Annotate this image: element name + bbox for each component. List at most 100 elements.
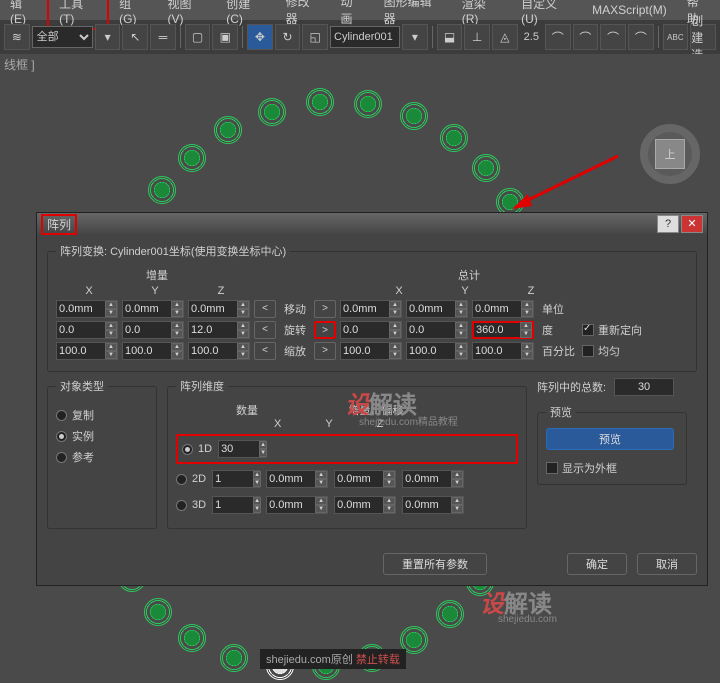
cylinder-object[interactable] (354, 90, 382, 118)
rotate-tx-spinner[interactable]: ▲▼ (340, 321, 402, 339)
rotate-label: 旋转 (280, 322, 310, 338)
cylinder-object[interactable] (258, 98, 286, 126)
abc-icon[interactable]: ABC (663, 24, 689, 50)
rotate-ix-spinner[interactable]: ▲▼ (56, 321, 118, 339)
move-ty-spinner[interactable]: ▲▼ (406, 300, 468, 318)
select-icon[interactable]: ▾ (95, 24, 121, 50)
grid-value: 2.5 (524, 31, 539, 43)
reference-radio[interactable]: 参考 (56, 449, 148, 465)
cylinder-object[interactable] (440, 124, 468, 152)
rotate-icon[interactable]: ↻ (275, 24, 301, 50)
watermark-url: shejiedu.com精品教程 (359, 413, 458, 428)
cylinder-object[interactable] (178, 144, 206, 172)
move-label: 移动 (280, 301, 310, 317)
incremental-label: 增量 (56, 267, 258, 283)
snap-4-icon[interactable]: ⌒ (628, 24, 654, 50)
object-name-input[interactable] (330, 26, 400, 48)
dim-1d-count-spinner[interactable]: ▲▼ (218, 440, 266, 458)
move-iy-spinner[interactable]: ▲▼ (122, 300, 184, 318)
dim-3d-x-spinner[interactable]: ▲▼ (266, 496, 328, 514)
cylinder-object[interactable] (214, 116, 242, 144)
rect-select-icon[interactable]: ▢ (185, 24, 211, 50)
selection-set-dropdown[interactable]: 全部 (32, 26, 93, 48)
cursor-icon[interactable]: ↖ (122, 24, 148, 50)
scale-tx-spinner[interactable]: ▲▼ (340, 342, 402, 360)
scale-icon[interactable]: ◱ (302, 24, 328, 50)
tool-c-icon[interactable]: ◬ (492, 24, 518, 50)
close-button[interactable]: ✕ (681, 215, 703, 233)
cancel-button[interactable]: 取消 (637, 553, 697, 575)
viewport-label[interactable]: 线框 ] (4, 56, 35, 73)
ok-button[interactable]: 确定 (567, 553, 627, 575)
tool-a-icon[interactable]: ⬓ (437, 24, 463, 50)
snap-1-icon[interactable]: ⌒ (545, 24, 571, 50)
help-button[interactable]: ? (657, 215, 679, 233)
dim-2d-x-spinner[interactable]: ▲▼ (266, 470, 328, 488)
uniform-checkbox[interactable]: 均匀 (582, 343, 620, 359)
cylinder-object[interactable] (220, 644, 248, 672)
move-iz-spinner[interactable]: ▲▼ (188, 300, 250, 318)
dim-3d-z-spinner[interactable]: ▲▼ (402, 496, 464, 514)
rotate-iz-spinner[interactable]: ▲▼ (188, 321, 250, 339)
cylinder-object[interactable] (472, 154, 500, 182)
move-ix-spinner[interactable]: ▲▼ (56, 300, 118, 318)
snap-2-icon[interactable]: ⌒ (573, 24, 599, 50)
instance-radio[interactable]: 实例 (56, 428, 148, 444)
dim-1d-radio[interactable]: 1D (182, 443, 212, 455)
filter-icon[interactable]: ═ (150, 24, 176, 50)
copy-radio[interactable]: 复制 (56, 407, 148, 423)
cylinder-object[interactable] (148, 176, 176, 204)
scale-ix-spinner[interactable]: ▲▼ (56, 342, 118, 360)
preview-group: 预览 预览 显示为外框 (537, 404, 687, 485)
snap-3-icon[interactable]: ⌒ (600, 24, 626, 50)
window-select-icon[interactable]: ▣ (212, 24, 238, 50)
array-total-label: 阵列中的总数: (537, 379, 606, 395)
cylinder-object[interactable] (144, 598, 172, 626)
dim-3d-count-spinner[interactable]: ▲▼ (212, 496, 260, 514)
ref-coord-icon[interactable]: ▾ (402, 24, 428, 50)
layers-icon[interactable]: ≋ (4, 24, 30, 50)
dim-2d-count-spinner[interactable]: ▲▼ (212, 470, 260, 488)
cylinder-object[interactable] (178, 624, 206, 652)
tool-b-icon[interactable]: ⊥ (464, 24, 490, 50)
move-tx-spinner[interactable]: ▲▼ (340, 300, 402, 318)
count-label: 数量 (236, 402, 286, 418)
preview-button[interactable]: 预览 (546, 428, 674, 450)
rotate-gt-button[interactable]: > (314, 321, 336, 339)
move-gt-button[interactable]: > (314, 300, 336, 318)
rotate-iy-spinner[interactable]: ▲▼ (122, 321, 184, 339)
array-total-input[interactable] (614, 378, 674, 396)
scale-iy-spinner[interactable]: ▲▼ (122, 342, 184, 360)
move-icon[interactable]: ✥ (247, 24, 273, 50)
move-lt-button[interactable]: < (254, 300, 276, 318)
scale-ty-spinner[interactable]: ▲▼ (406, 342, 468, 360)
dim-3d-y-spinner[interactable]: ▲▼ (334, 496, 396, 514)
dim-2d-y-spinner[interactable]: ▲▼ (334, 470, 396, 488)
dialog-titlebar[interactable]: 阵列 ? ✕ (37, 213, 707, 235)
cylinder-object[interactable] (400, 102, 428, 130)
viewcube-face[interactable]: 上 (655, 139, 685, 169)
display-as-box-checkbox[interactable]: 显示为外框 (546, 460, 678, 476)
viewcube[interactable]: 上 (640, 124, 700, 184)
dim-2d-z-spinner[interactable]: ▲▼ (402, 470, 464, 488)
watermark-url: shejiedu.com (498, 614, 557, 625)
scale-tz-spinner[interactable]: ▲▼ (472, 342, 534, 360)
dim-3d-radio[interactable]: 3D (176, 499, 206, 511)
dim-3d-row: 3D ▲▼ ▲▼ ▲▼ ▲▼ (176, 494, 518, 516)
create-selection-icon[interactable]: 创建选 (690, 24, 716, 50)
rotate-ty-spinner[interactable]: ▲▼ (406, 321, 468, 339)
scale-lt-button[interactable]: < (254, 342, 276, 360)
cylinder-object[interactable] (306, 88, 334, 116)
cylinder-object[interactable] (436, 600, 464, 628)
rotate-tz-spinner[interactable]: ▲▼ (472, 321, 534, 339)
dim-2d-radio[interactable]: 2D (176, 473, 206, 485)
rotate-lt-button[interactable]: < (254, 321, 276, 339)
reset-button[interactable]: 重置所有参数 (383, 553, 487, 575)
menu-animation[interactable]: 动画 (330, 0, 373, 29)
menu-maxscript[interactable]: MAXScript(M) (582, 1, 677, 19)
reorient-checkbox[interactable]: 重新定向 (582, 322, 642, 338)
scale-iz-spinner[interactable]: ▲▼ (188, 342, 250, 360)
move-tz-spinner[interactable]: ▲▼ (472, 300, 534, 318)
dialog-title: 阵列 (41, 214, 77, 235)
scale-gt-button[interactable]: > (314, 342, 336, 360)
